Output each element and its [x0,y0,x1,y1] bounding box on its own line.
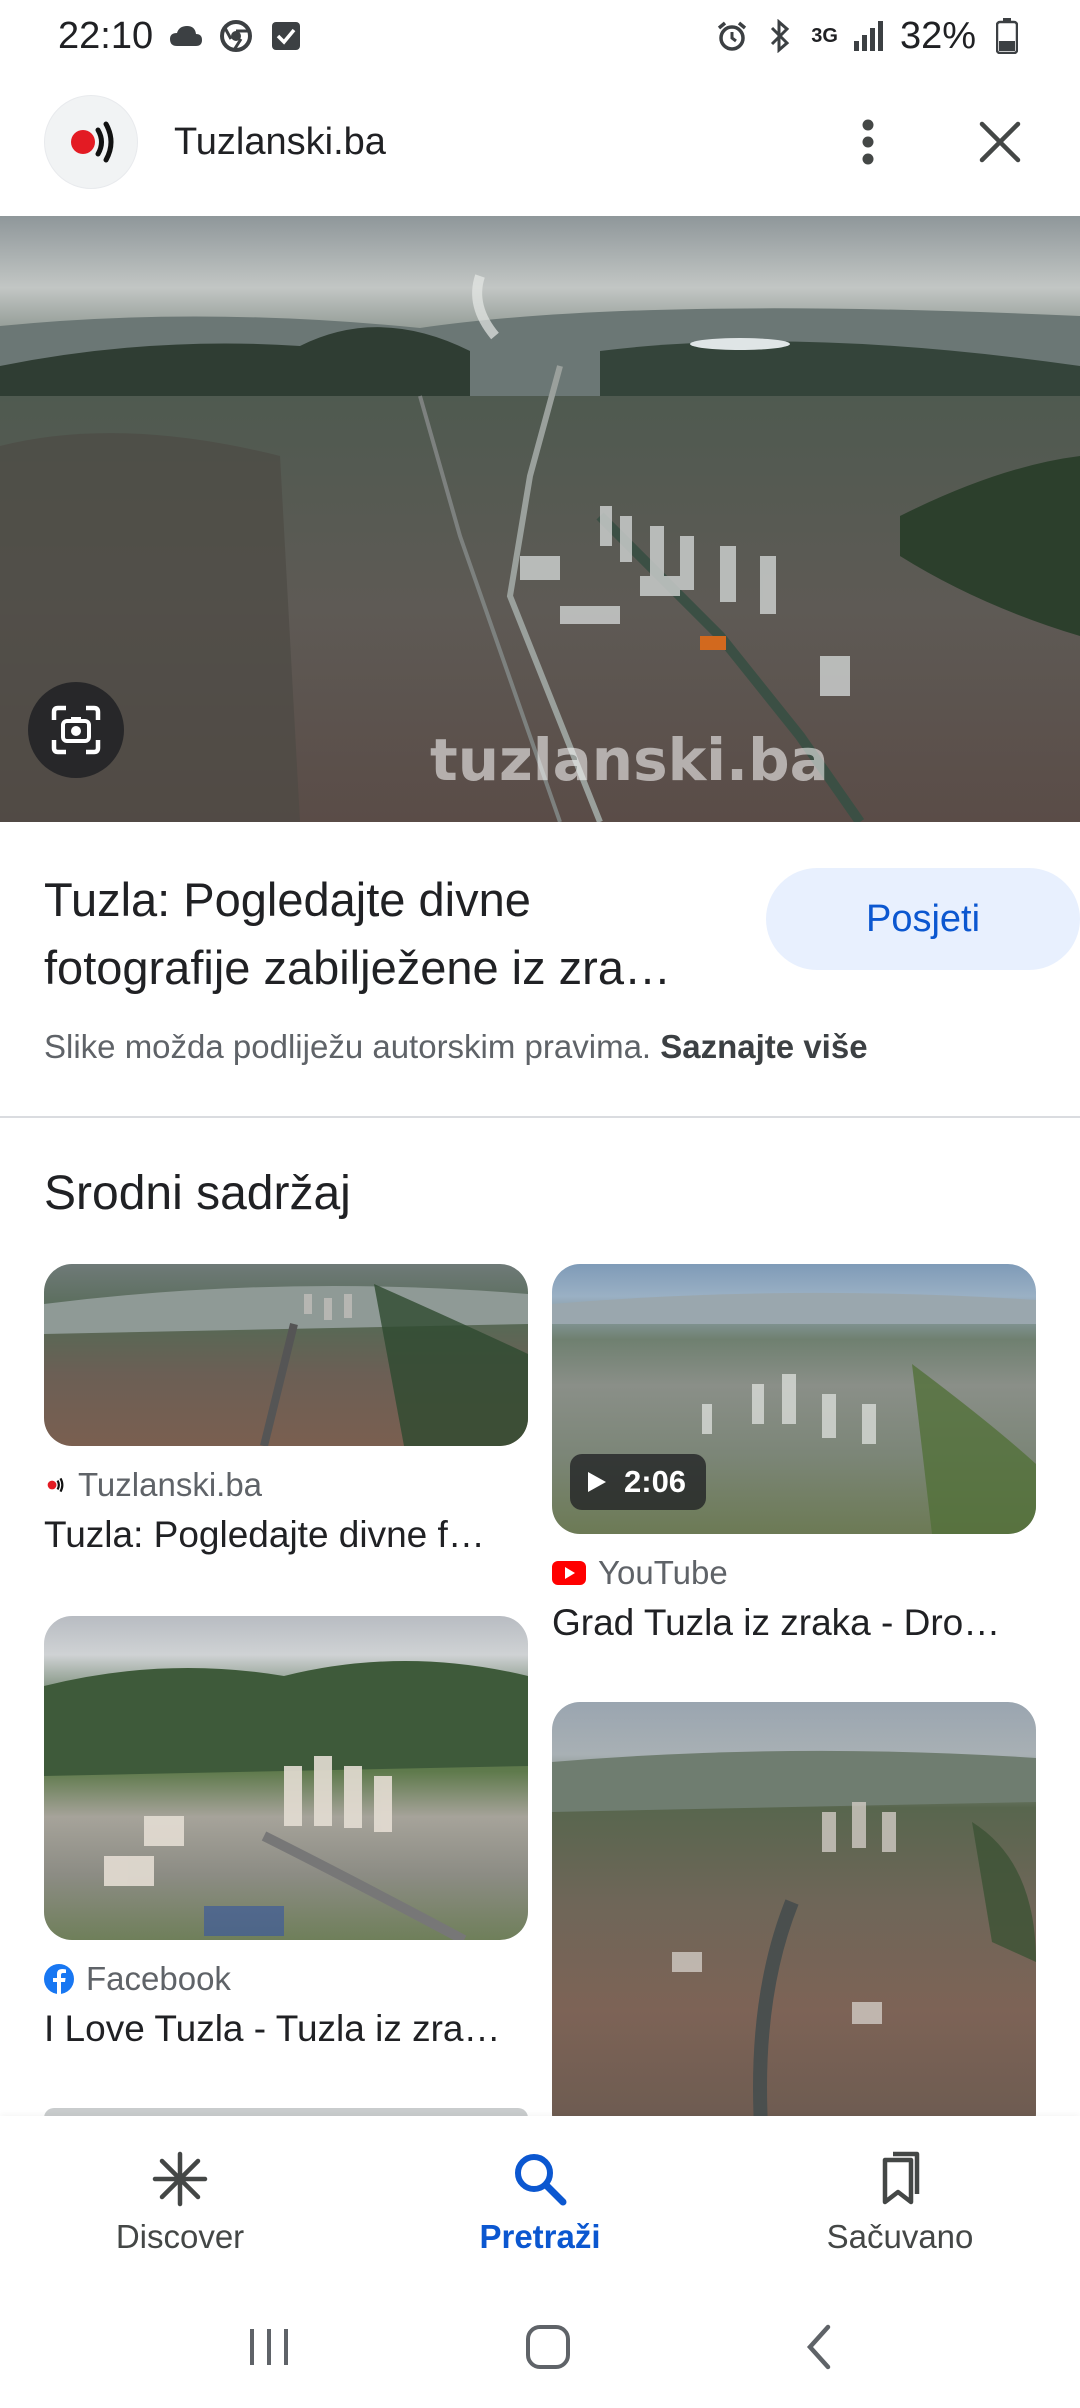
more-options-button[interactable] [832,106,904,178]
visit-button[interactable]: Posjeti [766,868,1080,970]
related-source-row: Facebook [44,1960,528,1998]
result-title-line2: fotografije zabilježene iz zra… [44,941,671,994]
related-card[interactable]: Tuzlanski.ba Tuzla: Pogledajte divne f… [44,1264,528,1556]
recent-apps-button[interactable] [246,2325,292,2374]
tuzlanski-logo-icon [71,121,114,163]
nav-search-label: Pretraži [479,2218,601,2255]
signal-icon [852,19,886,53]
related-source-row: YouTube [552,1554,1036,1592]
status-bar: 22:10 3G 32% [0,0,1080,72]
alarm-icon [715,19,749,53]
related-thumbnail[interactable]: 2:06 [552,1264,1036,1534]
screen: 22:10 3G 32% Tuzlanski.ba tuzlanski.ba T… [0,0,1080,2408]
related-card[interactable] [552,1702,1036,2142]
status-time: 22:10 [58,14,154,57]
nav-discover[interactable]: Discover [0,2116,360,2290]
network-type-label: 3G [811,25,838,47]
related-title: I Love Tuzla - Tuzla iz zra… [44,2008,501,2049]
site-name: Tuzlanski.ba [174,120,386,163]
play-icon [588,1472,606,1492]
site-logo [44,95,138,189]
cloud-icon [169,19,203,53]
related-thumbnail[interactable] [44,1264,528,1446]
nav-discover-label: Discover [115,2218,245,2255]
related-source: YouTube [598,1554,728,1591]
result-header: Tuzlanski.ba [0,90,1080,194]
battery-percent: 32% [899,14,976,57]
related-source-row: Tuzlanski.ba [44,1466,528,1504]
related-card[interactable]: 2:06 YouTube Grad Tuzla iz zraka - Dro… [552,1264,1036,1644]
result-title[interactable]: Tuzla: Pogledajte divne fotografije zabi… [44,866,734,1002]
close-icon [979,121,1021,163]
nav-search[interactable]: Pretraži [360,2116,720,2290]
close-button[interactable] [964,106,1036,178]
back-button[interactable] [804,2323,834,2376]
facebook-icon [44,1964,74,1994]
related-source: Facebook [86,1960,231,1997]
result-title-line1: Tuzla: Pogledajte divne [44,873,531,926]
home-icon [526,2324,570,2369]
result-title-row: Tuzla: Pogledajte divne fotografije zabi… [44,866,1080,1002]
bluetooth-icon [763,19,797,53]
video-duration-badge: 2:06 [570,1454,707,1510]
hero-image[interactable]: tuzlanski.ba [0,216,1080,822]
copyright-notice: Slike možda podliježu autorskim pravima.… [44,1028,868,1066]
learn-more-link[interactable]: Saznajte više [660,1028,867,1065]
lens-icon [51,705,101,755]
video-duration: 2:06 [624,1464,687,1499]
copyright-text: Slike možda podliježu autorskim pravima. [44,1028,652,1065]
related-title: Grad Tuzla iz zraka - Dro… [552,1602,1001,1643]
related-thumbnail[interactable] [44,1616,528,1940]
related-source: Tuzlanski.ba [78,1466,263,1503]
checkbox-notification-icon [269,19,303,53]
related-thumbnail[interactable] [552,1702,1036,2142]
nav-saved-label: Sačuvano [826,2218,974,2255]
more-vert-icon [862,119,874,165]
hero-watermark: tuzlanski.ba [430,726,829,794]
saved-bookmarks-icon [882,2151,920,2205]
tuzlanski-favicon-icon [47,1477,64,1493]
discover-asterisk-icon [152,2151,208,2207]
home-button[interactable] [524,2323,572,2376]
related-card[interactable]: Facebook I Love Tuzla - Tuzla iz zra… [44,1616,528,2050]
nav-saved[interactable]: Sačuvano [720,2116,1080,2290]
search-icon [515,2154,567,2206]
related-title: Tuzla: Pogledajte divne f… [44,1514,485,1555]
chrome-icon [219,19,253,53]
battery-icon [990,18,1024,54]
section-divider [0,1116,1080,1118]
related-heading: Srodni sadržaj [44,1167,351,1220]
google-lens-button[interactable] [28,682,124,778]
recent-apps-icon [250,2328,288,2365]
youtube-icon [552,1561,586,1585]
bottom-navigation: Discover Pretraži Sačuvano [0,2116,1080,2290]
back-icon [806,2324,831,2369]
system-navigation-bar [0,2290,1080,2408]
